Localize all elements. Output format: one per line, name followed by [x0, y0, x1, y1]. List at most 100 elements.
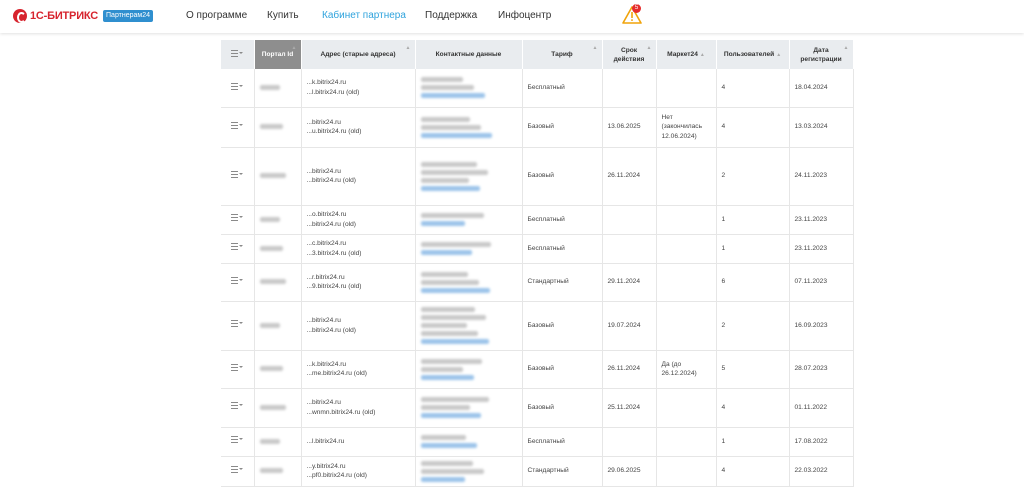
row-actions-icon[interactable] — [231, 320, 244, 328]
portal-address[interactable]: ...k.bitrix24.ru — [307, 360, 410, 370]
address-cell[interactable]: ...bitrix24.ru ...wnmn.bitrix24.ru (old) — [301, 388, 416, 428]
row-actions-icon[interactable] — [231, 170, 244, 178]
address-cell[interactable]: ...y.bitrix24.ru ...pf0.bitrix24.ru (old) — [301, 456, 416, 487]
row-menu-cell[interactable] — [221, 205, 255, 235]
table-row[interactable]: ...o.bitrix24.ru ...bitrix24.ru (old) Бесп… — [221, 205, 854, 235]
row-menu-cell[interactable] — [221, 456, 255, 487]
column-settings-icon[interactable] — [231, 49, 244, 57]
nav-item-infocenter[interactable]: Инфоцентр — [498, 10, 551, 21]
redacted-contact — [420, 460, 473, 466]
column-header-term[interactable]: Срок действия ▲ — [602, 40, 657, 69]
row-actions-icon[interactable] — [231, 276, 244, 284]
row-menu-cell[interactable] — [221, 301, 255, 351]
address-cell[interactable]: ...l.bitrix24.ru — [301, 427, 416, 457]
column-header-portal-id[interactable]: Портал Id ▲ — [254, 40, 302, 69]
nav-item-about[interactable]: О программе — [186, 10, 247, 21]
nav-item-partner-cabinet[interactable]: Кабинет партнера — [322, 10, 406, 21]
column-header-users[interactable]: Пользователей ▲ — [716, 40, 790, 69]
portal-id-cell — [254, 456, 302, 487]
portal-address[interactable]: ...k.bitrix24.ru — [307, 78, 410, 88]
contacts-cell — [415, 234, 523, 264]
table-row[interactable]: ...bitrix24.ru ...wnmn.bitrix24.ru (old) Б… — [221, 388, 854, 428]
portal-address[interactable]: ...bitrix24.ru — [307, 118, 410, 128]
redacted-contact — [420, 413, 481, 418]
partners-badge: Партнерам24 — [103, 10, 154, 22]
term-cell: 25.11.2024 — [602, 388, 657, 428]
redacted-contact — [420, 366, 463, 372]
nav-item-buy[interactable]: Купить — [267, 10, 299, 21]
portal-address[interactable]: ...bitrix24.ru — [307, 316, 410, 326]
column-header-registered[interactable]: Дата регистрации ▲ — [789, 40, 854, 69]
row-menu-cell[interactable] — [221, 350, 255, 389]
row-menu-cell[interactable] — [221, 234, 255, 264]
portal-address[interactable]: ...bitrix24.ru — [307, 398, 410, 408]
sort-icon: ▲ — [646, 45, 652, 51]
column-header-tariff[interactable]: Тариф ▲ — [522, 40, 603, 69]
row-menu-cell[interactable] — [221, 388, 255, 428]
table-row[interactable]: ...y.bitrix24.ru ...pf0.bitrix24.ru (old)… — [221, 456, 854, 487]
row-actions-icon[interactable] — [231, 82, 244, 90]
redacted-portal-id — [259, 279, 286, 284]
row-actions-icon[interactable] — [231, 243, 244, 251]
redacted-contact — [420, 93, 485, 99]
address-cell[interactable]: ...o.bitrix24.ru ...bitrix24.ru (old) — [301, 205, 416, 235]
row-actions-icon[interactable] — [231, 214, 244, 222]
portal-old-address: ...l.bitrix24.ru (old) — [306, 88, 360, 96]
portal-address[interactable]: ...y.bitrix24.ru — [307, 462, 410, 472]
row-actions-icon[interactable] — [231, 121, 244, 129]
table-row[interactable]: ...r.bitrix24.ru ...9.bitrix24.ru (old) Ст… — [221, 263, 854, 302]
table-row[interactable]: ...bitrix24.ru ...u.bitrix24.ru (old) Базо… — [221, 107, 854, 148]
address-cell[interactable]: ...bitrix24.ru ...bitrix24.ru (old) — [301, 147, 416, 206]
sort-icon: ▲ — [291, 45, 297, 51]
row-actions-icon[interactable] — [231, 402, 244, 410]
table-row[interactable]: ...bitrix24.ru ...bitrix24.ru (old) Базовы… — [221, 301, 854, 351]
market24-cell — [656, 388, 717, 428]
row-menu-cell[interactable] — [221, 107, 255, 148]
redacted-portal-id — [259, 245, 283, 251]
address-cell[interactable]: ...k.bitrix24.ru ...l.bitrix24.ru (old) — [301, 69, 416, 108]
users-count-cell: 4 — [716, 107, 790, 148]
address-cell[interactable]: ...r.bitrix24.ru ...9.bitrix24.ru (old) — [301, 263, 416, 302]
row-menu-cell[interactable] — [221, 427, 255, 457]
redacted-portal-id — [259, 322, 280, 328]
brand-logo[interactable]: 1С-БИТРИКС Партнерам24 — [13, 8, 154, 24]
table-row[interactable]: ...c.bitrix24.ru ...3.bitrix24.ru (old) Бе… — [221, 234, 854, 264]
redacted-contact — [420, 287, 490, 293]
table-row[interactable]: ...k.bitrix24.ru ...l.bitrix24.ru (old) Бе… — [221, 69, 854, 108]
redacted-contact — [420, 358, 482, 364]
column-menu-header[interactable] — [221, 40, 255, 69]
address-cell[interactable]: ...bitrix24.ru ...bitrix24.ru (old) — [301, 301, 416, 351]
nav-item-support[interactable]: Поддержка — [425, 10, 477, 21]
tariff-cell: Базовый — [522, 107, 603, 148]
row-menu-cell[interactable] — [221, 147, 255, 206]
portal-address[interactable]: ...c.bitrix24.ru — [307, 239, 410, 249]
table-row[interactable]: ...k.bitrix24.ru ...me.bitrix24.ru (old) Б… — [221, 350, 854, 389]
row-menu-cell[interactable] — [221, 263, 255, 302]
portal-address[interactable]: ...l.bitrix24.ru — [307, 437, 410, 447]
tariff-cell: Базовый — [522, 147, 603, 206]
redacted-portal-id — [259, 468, 283, 473]
redacted-contact — [420, 315, 486, 320]
users-count-cell: 4 — [716, 456, 790, 487]
row-menu-cell[interactable] — [221, 69, 255, 108]
table-row[interactable]: ...bitrix24.ru ...bitrix24.ru (old) Базовы… — [221, 147, 854, 206]
portal-address[interactable]: ...bitrix24.ru — [307, 167, 410, 177]
portal-address[interactable]: ...o.bitrix24.ru — [307, 210, 410, 220]
row-actions-icon[interactable] — [231, 465, 244, 473]
row-actions-icon[interactable] — [231, 436, 244, 444]
redacted-contact — [420, 405, 470, 410]
users-count-cell: 4 — [716, 69, 790, 108]
table-row[interactable]: ...l.bitrix24.ru Бесплатный 1 17.08.2022 — [221, 427, 854, 457]
column-header-contacts[interactable]: Контактные данные — [415, 40, 523, 69]
market24-cell — [656, 427, 717, 457]
portal-address[interactable]: ...r.bitrix24.ru — [307, 273, 410, 283]
address-cell[interactable]: ...bitrix24.ru ...u.bitrix24.ru (old) — [301, 107, 416, 148]
column-header-market24[interactable]: Маркет24 ▲ — [656, 40, 717, 69]
address-cell[interactable]: ...c.bitrix24.ru ...3.bitrix24.ru (old) — [301, 234, 416, 264]
column-header-address[interactable]: Адрес (старые адреса) ▲ — [301, 40, 416, 69]
contacts-cell — [415, 427, 523, 457]
portal-id-cell — [254, 388, 302, 428]
contacts-cell — [415, 205, 523, 235]
row-actions-icon[interactable] — [231, 363, 244, 371]
address-cell[interactable]: ...k.bitrix24.ru ...me.bitrix24.ru (old) — [301, 350, 416, 389]
